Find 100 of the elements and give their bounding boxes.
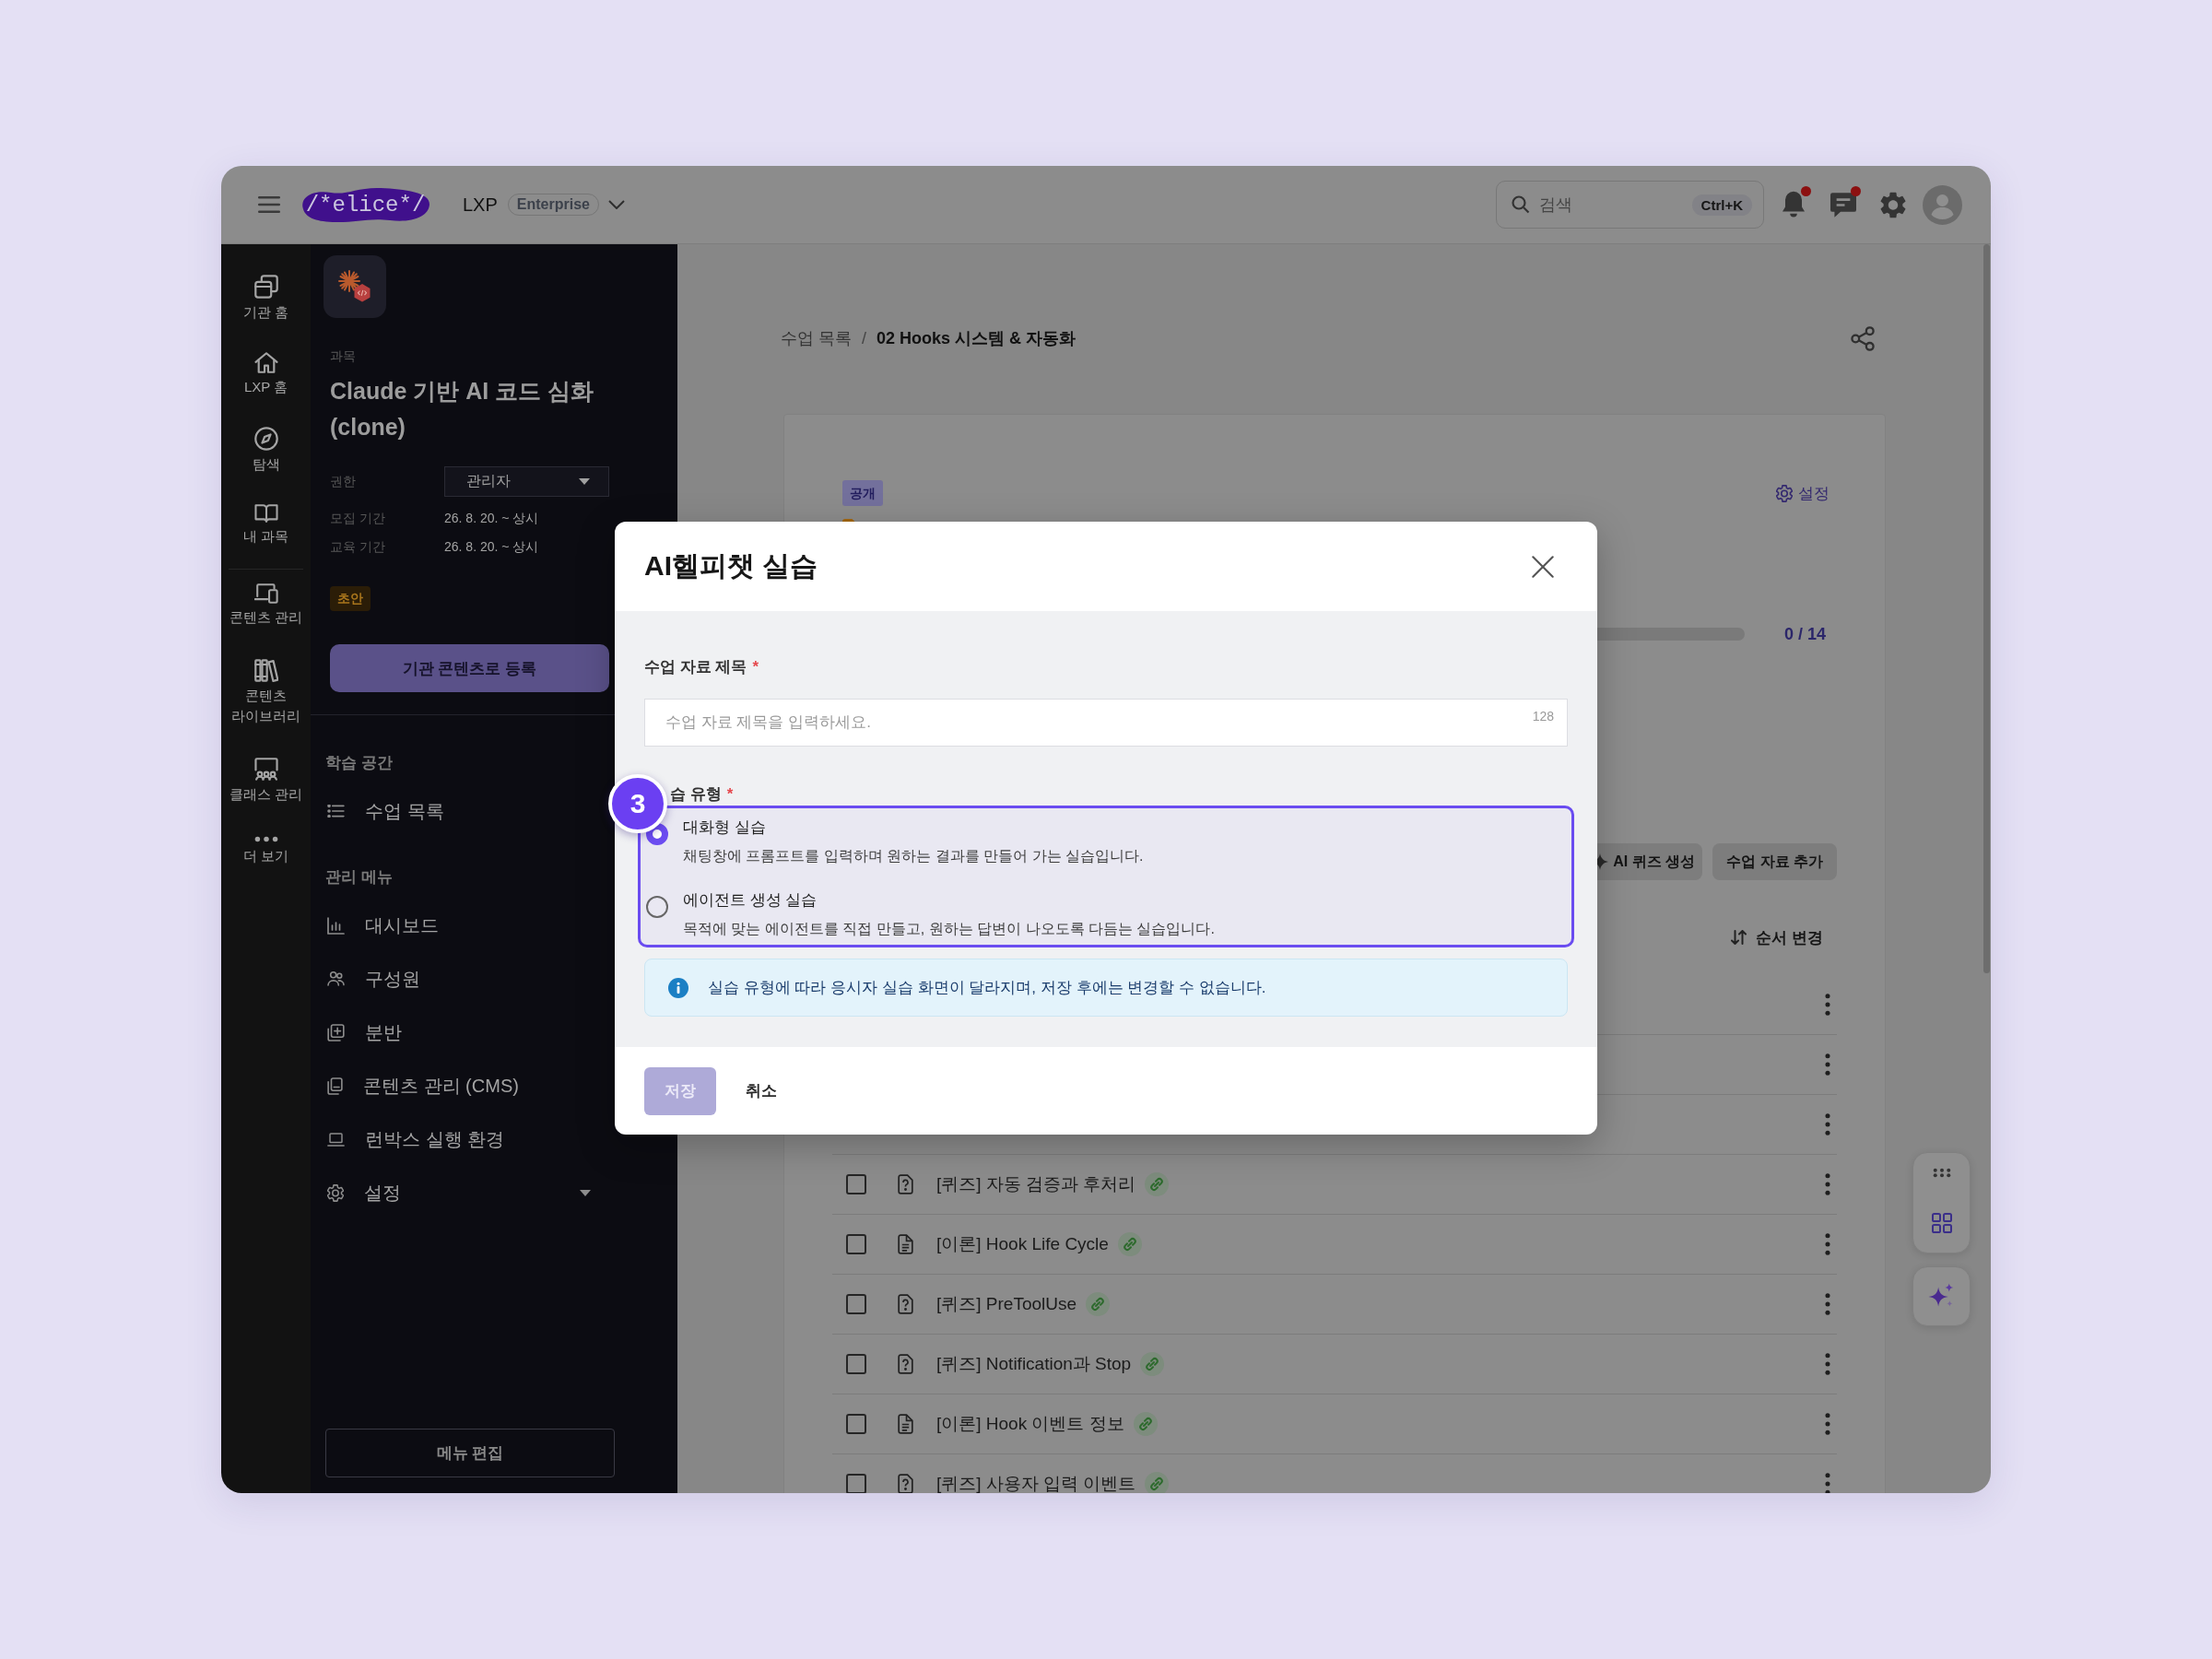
title-input[interactable]: 수업 자료 제목을 입력하세요.	[665, 709, 1512, 736]
laptop-icon	[327, 1132, 345, 1147]
settings-icon[interactable]	[1880, 191, 1906, 218]
radio-button[interactable]	[646, 896, 668, 918]
toolbar-button[interactable]: 수업 자료 추가	[1712, 843, 1837, 880]
info-icon	[668, 977, 688, 998]
kebab-menu-icon[interactable]	[1825, 1233, 1830, 1255]
rail-nav-item[interactable]: 기관 홈	[221, 267, 311, 345]
nav-item[interactable]: 대시보드	[325, 905, 594, 946]
rail-nav-item[interactable]: 콘텐츠 관리	[221, 576, 311, 652]
people-icon	[327, 971, 345, 986]
checkbox[interactable]	[846, 1174, 866, 1194]
compass-icon	[253, 427, 278, 451]
books-icon	[253, 659, 278, 682]
category-label: 과목	[330, 347, 357, 365]
checkbox[interactable]	[846, 1474, 866, 1493]
question-document-icon	[898, 1354, 913, 1374]
kebab-menu-icon[interactable]	[1825, 1173, 1830, 1195]
sort-icon	[1731, 930, 1747, 945]
breadcrumb-separator: /	[862, 328, 867, 348]
detail-value: 26. 8. 20. ~ 상시	[444, 538, 539, 556]
nav-item[interactable]: 런박스 실행 환경	[325, 1119, 594, 1159]
question-document-icon	[898, 1174, 913, 1194]
role-select[interactable]: 관리자	[444, 466, 609, 497]
settings-icon	[1776, 484, 1793, 502]
rail-nav-item[interactable]: 콘텐츠 라이브러리	[221, 652, 311, 750]
kebab-menu-icon[interactable]	[1825, 1353, 1830, 1375]
kebab-menu-icon[interactable]	[1825, 1413, 1830, 1435]
search-bar[interactable]: 검색 Ctrl+K	[1496, 181, 1764, 229]
kebab-menu-icon[interactable]	[1825, 994, 1830, 1016]
checkbox[interactable]	[846, 1354, 866, 1374]
required-mark: *	[752, 657, 759, 677]
assistant-button[interactable]	[1912, 1266, 1971, 1326]
lesson-title: [퀴즈] 사용자 입력 이벤트	[936, 1475, 1136, 1493]
detail-label: 교육 기간	[330, 538, 386, 556]
scrollbar-thumb[interactable]	[1983, 244, 1990, 973]
kebab-menu-icon[interactable]	[1825, 1113, 1830, 1135]
section-heading: 학습 공간	[325, 753, 393, 773]
option-description: 목적에 맞는 에이전트를 직접 만들고, 원하는 답변이 나오도록 다듬는 실습입니다.	[683, 920, 1215, 938]
kebab-menu-icon[interactable]	[1825, 1293, 1830, 1315]
copy-icon	[327, 1077, 343, 1095]
course-title: Claude 기반 AI 코드 심화 (clone)	[330, 377, 595, 441]
detail-value: 26. 8. 20. ~ 상시	[444, 510, 539, 527]
option-description: 채팅창에 프롬프트를 입력하며 원하는 결과를 만들어 가는 실습입니다.	[683, 847, 1144, 865]
book-icon	[253, 504, 278, 523]
reorder-button[interactable]: 순서 변경	[1731, 925, 1823, 949]
nav-item[interactable]: 분반	[325, 1012, 594, 1053]
caret-icon	[579, 478, 590, 485]
nav-item[interactable]: 구성원	[325, 959, 594, 999]
rail-nav-item[interactable]: 내 과목	[221, 497, 311, 569]
dots-grid-icon[interactable]	[1932, 1168, 1951, 1178]
rail-nav-item[interactable]: 더 보기	[221, 829, 311, 890]
section-heading: 관리 메뉴	[325, 867, 393, 888]
lesson-title: [퀴즈] 자동 검증과 후처리	[936, 1175, 1136, 1194]
field-label: 수업 자료 제목	[644, 657, 747, 677]
question-document-icon	[898, 1294, 913, 1314]
chat-icon[interactable]	[1830, 192, 1856, 218]
grid-icon[interactable]	[1931, 1213, 1952, 1233]
checkbox[interactable]	[846, 1234, 866, 1254]
windows-icon	[253, 275, 278, 299]
character-limit: 128	[1532, 709, 1554, 724]
detail-label: 모집 기간	[330, 510, 386, 527]
checkbox[interactable]	[846, 1294, 866, 1314]
lesson-title: [이론] Hook Life Cycle	[936, 1235, 1109, 1253]
detail-label: 권한	[330, 473, 357, 490]
logo[interactable]: /*elice*/	[300, 185, 431, 224]
rail-nav-item[interactable]: LXP 홈	[221, 345, 311, 419]
notice-text: 실습 유형에 따라 응시자 실습 화면이 달라지며, 저장 후에는 변경할 수 없습니다.	[708, 978, 1266, 998]
close-icon[interactable]	[1532, 555, 1554, 578]
chevron-down-icon[interactable]	[607, 200, 625, 209]
settings-icon	[327, 1183, 344, 1202]
breadcrumb-current: 02 Hooks 시스템 & 자동화	[877, 328, 1077, 349]
home-icon	[253, 352, 278, 373]
lesson-title: [퀴즈] Notification과 Stop	[936, 1355, 1132, 1373]
course-icon	[324, 255, 386, 318]
more-icon	[253, 836, 278, 842]
breadcrumb-link[interactable]: 수업 목록	[781, 327, 852, 349]
nav-item[interactable]: 설정	[325, 1172, 594, 1213]
checkbox[interactable]	[846, 1414, 866, 1434]
nav-item[interactable]: 수업 목록	[325, 791, 594, 831]
document-icon	[898, 1234, 913, 1254]
lesson-title: [퀴즈] PreToolUse	[936, 1295, 1077, 1313]
search-input[interactable]: 검색	[1539, 191, 1683, 218]
share-icon[interactable]	[1851, 325, 1875, 351]
dialog-title: AI헬피챗 실습	[644, 549, 818, 582]
rail-nav-item[interactable]: 클래스 관리	[221, 750, 311, 829]
kebab-menu-icon[interactable]	[1825, 1473, 1830, 1493]
cancel-button[interactable]: 취소	[731, 1066, 792, 1115]
bell-icon[interactable]	[1782, 191, 1806, 218]
menu-icon[interactable]	[258, 196, 280, 213]
nav-item[interactable]: 콘텐츠 관리 (CMS)	[325, 1065, 594, 1106]
status-tag: 초안	[330, 586, 371, 611]
menu-edit-button[interactable]: 메뉴 편집	[325, 1429, 615, 1477]
question-document-icon	[898, 1474, 913, 1493]
search-icon	[1512, 195, 1530, 214]
document-icon	[898, 1414, 913, 1434]
rail-nav-item[interactable]: 탐색	[221, 419, 311, 497]
settings-link[interactable]: 설정	[1776, 482, 1830, 504]
bar-chart-icon	[327, 916, 345, 935]
kebab-menu-icon[interactable]	[1825, 1053, 1830, 1076]
